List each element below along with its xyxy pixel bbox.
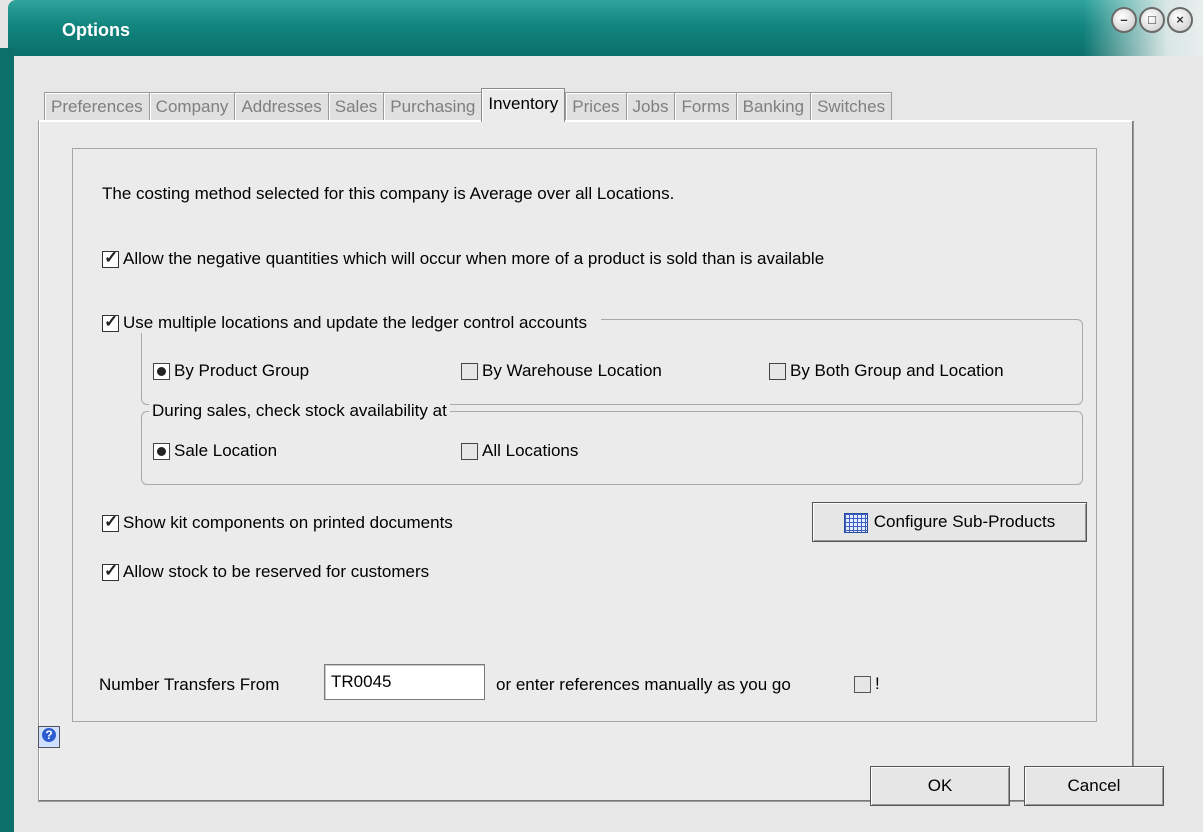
radio-by-warehouse-location[interactable]: By Warehouse Location — [461, 361, 662, 381]
dialog-client-area: Preferences Company Addresses Sales Purc… — [14, 56, 1203, 832]
radio-button[interactable] — [461, 443, 478, 461]
allow-negative-row[interactable]: ✓ Allow the negative quantities which wil… — [102, 248, 825, 269]
show-kit-row[interactable]: ✓ Show kit components on printed document… — [102, 512, 453, 533]
radio-button[interactable] — [153, 363, 170, 381]
manual-refs-suffix: ! — [875, 674, 880, 693]
allow-negative-checkbox[interactable]: ✓ — [102, 248, 119, 269]
show-kit-label: Show kit components on printed documents — [123, 513, 453, 532]
radio-all-locations[interactable]: All Locations — [461, 441, 578, 461]
inventory-tab-panel: The costing method selected for this com… — [38, 120, 1134, 802]
window-controls: – □ × — [1111, 7, 1193, 33]
configure-button-label: Configure Sub-Products — [873, 512, 1056, 531]
number-transfers-label: Number Transfers From — [99, 675, 280, 694]
multi-locations-checkbox[interactable]: ✓ — [102, 312, 119, 333]
window-title: Options — [62, 20, 130, 40]
show-kit-checkbox[interactable]: ✓ — [102, 512, 119, 533]
radio-by-both[interactable]: By Both Group and Location — [769, 361, 1004, 381]
window-left-border — [0, 48, 14, 832]
allow-reserve-label: Allow stock to be reserved for customers — [123, 562, 430, 581]
multi-locations-label: Use multiple locations and update the le… — [123, 313, 588, 332]
options-window: Options – □ × Preferences Company Addres… — [0, 0, 1203, 832]
cancel-button-label: Cancel — [1067, 776, 1121, 795]
stock-check-frame — [141, 411, 1083, 485]
allow-reserve-row[interactable]: ✓ Allow stock to be reserved for customer… — [102, 561, 430, 582]
radio-button[interactable] — [769, 363, 786, 381]
minimize-icon[interactable]: – — [1111, 7, 1137, 33]
cancel-button[interactable]: Cancel — [1024, 766, 1164, 806]
tab-addresses[interactable]: Addresses — [234, 92, 328, 121]
tab-forms[interactable]: Forms — [674, 92, 736, 121]
title-bar[interactable]: Options — [8, 0, 1203, 56]
tab-strip: Preferences Company Addresses Sales Purc… — [44, 88, 893, 122]
ok-button-label: OK — [927, 776, 953, 795]
configure-sub-products-button[interactable]: Configure Sub-Products — [812, 502, 1087, 542]
costing-method-text: The costing method selected for this com… — [102, 184, 675, 203]
radio-button[interactable] — [461, 363, 478, 381]
tab-purchasing[interactable]: Purchasing — [383, 92, 482, 121]
tab-sales[interactable]: Sales — [327, 92, 384, 121]
maximize-icon[interactable]: □ — [1139, 7, 1165, 33]
help-icon[interactable] — [38, 726, 60, 748]
allow-negative-label: Allow the negative quantities which will… — [123, 249, 825, 268]
radio-sale-location[interactable]: Sale Location — [153, 441, 277, 461]
multi-locations-row[interactable]: ✓ Use multiple locations and update the l… — [102, 312, 602, 333]
radio-label: Sale Location — [174, 441, 278, 460]
tab-company[interactable]: Company — [148, 92, 235, 121]
allow-reserve-checkbox[interactable]: ✓ — [102, 561, 119, 582]
close-icon[interactable]: × — [1167, 7, 1193, 33]
radio-label: By Both Group and Location — [790, 361, 1004, 380]
inventory-group: The costing method selected for this com… — [72, 148, 1097, 722]
manual-refs-label: or enter references manually as you go — [496, 675, 791, 694]
tab-jobs[interactable]: Jobs — [625, 92, 675, 121]
radio-button[interactable] — [153, 443, 170, 461]
number-transfers-input[interactable] — [324, 664, 485, 700]
ok-button[interactable]: OK — [870, 766, 1010, 806]
radio-label: By Warehouse Location — [482, 361, 662, 380]
stock-check-label: During sales, check stock availability a… — [149, 401, 450, 421]
tab-switches[interactable]: Switches — [810, 92, 893, 121]
manual-refs-row[interactable]: ! — [854, 674, 880, 694]
tab-inventory[interactable]: Inventory — [481, 88, 566, 122]
radio-by-product-group[interactable]: By Product Group — [153, 361, 309, 381]
radio-label: By Product Group — [174, 361, 310, 380]
tab-prices[interactable]: Prices — [565, 92, 626, 121]
tab-banking[interactable]: Banking — [735, 92, 811, 121]
manual-refs-checkbox[interactable] — [854, 676, 871, 694]
grid-icon — [843, 512, 868, 533]
tab-preferences[interactable]: Preferences — [44, 92, 149, 121]
radio-label: All Locations — [482, 441, 579, 460]
